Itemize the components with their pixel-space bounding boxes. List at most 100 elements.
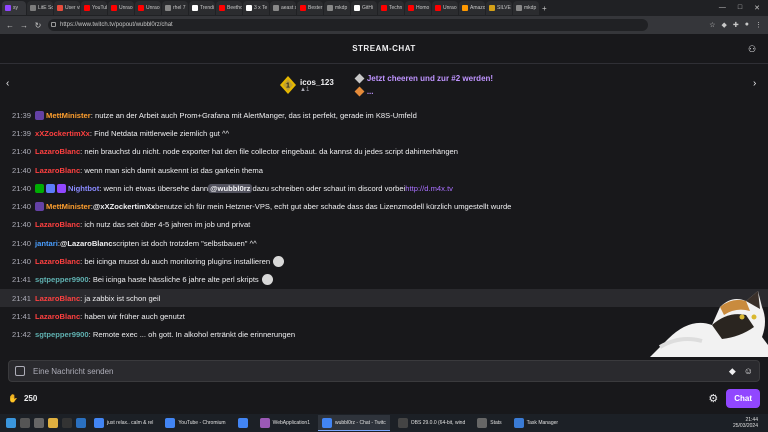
terminal-icon[interactable] [62, 418, 72, 428]
message-timestamp: 21:40 [12, 257, 32, 267]
star-icon[interactable]: ☆ [709, 21, 715, 29]
taskbar-app[interactable]: Task Manager [510, 415, 562, 431]
message-username[interactable]: MettMinister [46, 202, 91, 211]
browser-tab[interactable]: Bester [297, 1, 323, 15]
browser-tab[interactable]: 3 x Te [243, 1, 269, 15]
message-username[interactable]: LazaroBlanc [35, 294, 80, 303]
maximize-icon[interactable]: □ [738, 4, 742, 12]
chat-message[interactable]: 21:40 LazaroBlanc: nein brauchst du nicht… [0, 143, 768, 161]
url-field[interactable]: https://www.twitch.tv/popout/wubbl0rz/ch… [48, 19, 648, 31]
emote-pepe-icon[interactable] [261, 274, 273, 286]
chat-message[interactable]: 21:40 MettMinister: @xXZockertimXx benutz… [0, 197, 768, 215]
user-badge-icon[interactable] [46, 183, 56, 193]
chat-settings-icon[interactable] [15, 366, 25, 376]
chat-message[interactable]: 21:40 jantari: @LazaroBlanc scripten ist … [0, 234, 768, 252]
mail-icon[interactable] [76, 418, 86, 428]
user-badge-icon[interactable] [57, 183, 67, 193]
menu-icon[interactable]: ⋮ [755, 21, 762, 29]
message-username[interactable]: Nightbot [68, 184, 99, 193]
emote-face-icon[interactable] [273, 256, 285, 268]
file-explorer-icon[interactable] [48, 418, 58, 428]
taskbar-app[interactable]: OBS 29.0.0 (64-bit, wind [394, 415, 469, 431]
chat-message[interactable]: 21:40 Nightbot: wenn ich etwas übersehe d… [0, 179, 768, 197]
taskbar-app-label: Task Manager [526, 420, 559, 426]
chat-message[interactable]: 21:39 xXZockertimXx: Find Netdata mittler… [0, 124, 768, 142]
browser-tab[interactable]: Unrao [135, 1, 161, 15]
message-username[interactable]: xXZockertimXx [35, 129, 90, 138]
browser-tab[interactable]: YouTub [81, 1, 107, 15]
user-badge-icon[interactable] [35, 202, 45, 212]
chat-send-button[interactable]: Chat [726, 388, 760, 408]
extension-icon[interactable]: ◆ [722, 21, 727, 29]
message-username[interactable]: LazaroBlanc [35, 220, 80, 229]
tab-label: Amazo [470, 5, 485, 11]
puzzle-icon[interactable]: ✚ [733, 21, 739, 29]
browser-tab[interactable]: Trendi [189, 1, 215, 15]
browser-tab[interactable]: Homo [405, 1, 431, 15]
chat-message[interactable]: 21:40 LazaroBlanc: wenn man sich damit au… [0, 161, 768, 179]
chevron-right-icon[interactable]: › [753, 78, 756, 89]
message-mention-self[interactable]: @wubbl0rz [208, 183, 253, 193]
taskbar-clock[interactable]: 21:44 25/03/2024 [733, 417, 768, 429]
chevron-left-icon[interactable]: ‹ [6, 78, 9, 89]
new-tab-button[interactable]: + [542, 4, 547, 13]
cheer-prompt[interactable]: Jetzt cheeren und zur #2 werden! ... [354, 73, 493, 97]
bits-icon[interactable]: ◆ [729, 366, 736, 377]
message-username[interactable]: LazaroBlanc [35, 147, 80, 156]
taskbar-app[interactable]: just relax.. calm & rel [90, 415, 157, 431]
taskbar-app[interactable]: WebApplication1 [256, 415, 314, 431]
users-icon[interactable]: ⚇ [748, 44, 758, 54]
browser-tab[interactable]: sy [2, 1, 26, 15]
browser-tab[interactable]: User vi [54, 1, 80, 15]
message-username[interactable]: sgtpepper9900 [35, 330, 89, 339]
message-text: : nutze an der Arbeit auch Prom+Grafana … [90, 110, 417, 120]
leader-entry[interactable]: icos_123 ▲1 [300, 78, 334, 93]
chat-message[interactable]: 21:39 MettMinister: nutze an der Arbeit a… [0, 106, 768, 124]
user-badge-icon[interactable] [35, 183, 45, 193]
chat-message[interactable]: 21:40 LazaroBlanc: ich nutz das seit über… [0, 216, 768, 234]
browser-tab[interactable]: GitHi [351, 1, 377, 15]
taskbar-app[interactable]: wubbl0rz - Chat - Twitc [318, 415, 390, 431]
message-mention[interactable]: @LazaroBlanc [60, 239, 113, 248]
channel-points[interactable]: ✋ 250 [8, 394, 37, 403]
taskbar-app[interactable] [234, 415, 252, 431]
taskbar-app[interactable]: Stats [473, 415, 505, 431]
message-timestamp: 21:40 [12, 165, 32, 175]
task-view-icon[interactable] [34, 418, 44, 428]
browser-tab[interactable]: rhel 7 [162, 1, 188, 15]
search-icon[interactable] [20, 418, 30, 428]
browser-tab[interactable]: mkdp [513, 1, 539, 15]
browser-tab[interactable]: Unrao [108, 1, 134, 15]
message-username[interactable]: jantari [35, 239, 58, 248]
taskbar-app[interactable]: YouTube - Chromium [161, 415, 229, 431]
emote-picker-icon[interactable]: ☺ [744, 366, 753, 377]
browser-tab[interactable]: mkdp [324, 1, 350, 15]
close-icon[interactable]: ✕ [754, 4, 760, 12]
message-text: : ja zabbix ist schon geil [80, 293, 161, 303]
browser-tab[interactable]: Amazo [459, 1, 485, 15]
message-username[interactable]: sgtpepper9900 [35, 275, 89, 284]
message-username[interactable]: LazaroBlanc [35, 166, 80, 175]
chat-message[interactable]: 21:40 LazaroBlanc: bei icinga musst du au… [0, 252, 768, 270]
browser-tab[interactable]: LitE Sc [27, 1, 53, 15]
minimize-icon[interactable]: — [719, 4, 726, 12]
message-username[interactable]: LazaroBlanc [35, 257, 80, 266]
message-username[interactable]: MettMinister [46, 111, 91, 120]
user-badge-icon[interactable] [35, 110, 45, 120]
gear-icon[interactable]: ⚙ [708, 392, 718, 405]
tab-favicon-icon [408, 5, 414, 11]
browser-tab[interactable]: aeast s [270, 1, 296, 15]
browser-tab[interactable]: SILVE [486, 1, 512, 15]
forward-icon[interactable]: → [20, 21, 28, 30]
windows-start-icon[interactable] [6, 418, 16, 428]
browser-tab[interactable]: Unrao [432, 1, 458, 15]
profile-icon[interactable]: ● [745, 21, 749, 29]
browser-tab[interactable]: Techn [378, 1, 404, 15]
message-link[interactable]: http://d.m4x.tv [405, 184, 453, 193]
chat-input[interactable]: Eine Nachricht senden ◆ ☺ [8, 360, 760, 382]
browser-tab[interactable]: Beetho [216, 1, 242, 15]
message-username[interactable]: LazaroBlanc [35, 312, 80, 321]
message-mention[interactable]: @xXZockertimXx [93, 202, 155, 211]
back-icon[interactable]: ← [6, 21, 14, 30]
reload-icon[interactable]: ↻ [34, 21, 42, 30]
